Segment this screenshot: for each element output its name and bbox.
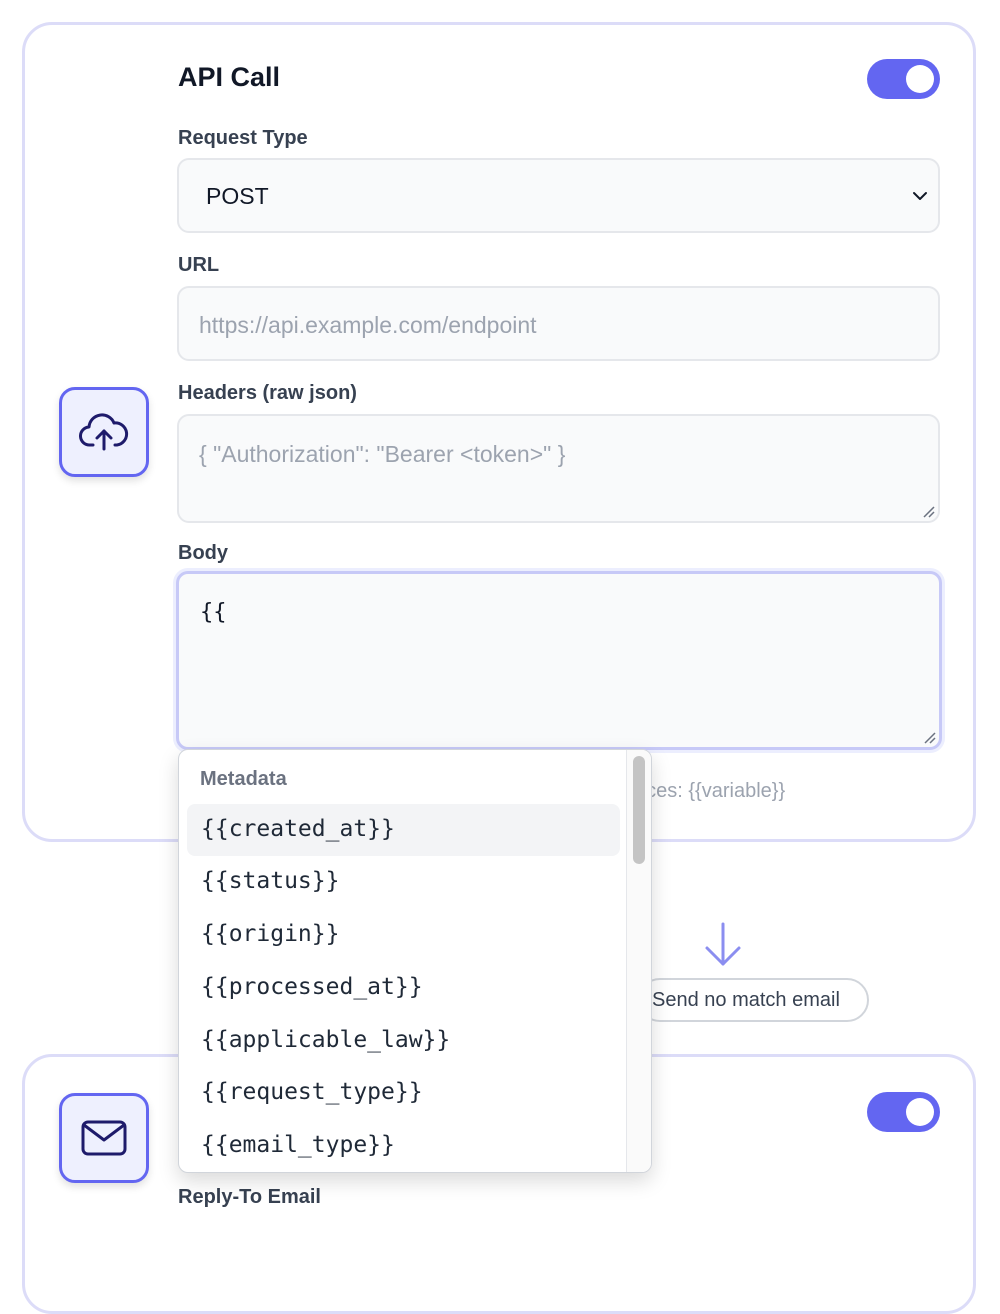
headers-label: Headers (raw json) xyxy=(178,382,357,404)
url-input[interactable]: https://api.example.com/endpoint xyxy=(177,286,940,361)
send-no-match-email-pill[interactable]: Send no match email xyxy=(638,978,869,1022)
dropdown-scrollbar[interactable] xyxy=(626,750,651,1172)
reply-to-email-label: Reply-To Email xyxy=(178,1186,321,1208)
url-label: URL xyxy=(178,254,220,276)
variable-autocomplete-dropdown[interactable]: Metadata {{created_at}} {{status}} {{ori… xyxy=(178,749,652,1173)
dropdown-option[interactable]: {{status}} xyxy=(187,856,620,908)
api-call-enable-toggle[interactable] xyxy=(867,59,940,99)
toggle-knob xyxy=(906,65,934,93)
dropdown-group-label: Metadata xyxy=(200,768,287,790)
url-placeholder: https://api.example.com/endpoint xyxy=(199,312,537,338)
dropdown-option[interactable]: {{request_type}} xyxy=(187,1067,620,1119)
arrow-down-icon xyxy=(705,922,741,966)
toggle-knob xyxy=(906,1098,934,1126)
body-value: {{ xyxy=(200,600,227,625)
resize-handle-icon[interactable] xyxy=(922,730,936,744)
dropdown-option[interactable]: {{created_at}} xyxy=(187,804,620,856)
headers-textarea[interactable]: { "Authorization": "Bearer <token>" } xyxy=(177,414,940,523)
dropdown-scrollbar-thumb[interactable] xyxy=(633,756,645,864)
body-textarea[interactable]: {{ xyxy=(176,571,942,750)
resize-handle-icon[interactable] xyxy=(921,504,935,518)
email-node-icon-box[interactable] xyxy=(59,1093,149,1183)
email-enable-toggle[interactable] xyxy=(867,1092,940,1132)
dropdown-option[interactable]: {{processed_at}} xyxy=(187,962,620,1014)
api-call-title: API Call xyxy=(178,62,281,92)
dropdown-option[interactable]: {{email_type}} xyxy=(187,1120,620,1172)
cloud-upload-icon xyxy=(79,413,129,451)
dropdown-option[interactable]: {{origin}} xyxy=(187,909,620,961)
request-type-value: POST xyxy=(206,183,269,209)
body-variable-hint: aces: {{variable}} xyxy=(635,780,786,802)
headers-placeholder: { "Authorization": "Bearer <token>" } xyxy=(199,441,566,467)
mail-icon xyxy=(81,1120,127,1156)
request-type-label: Request Type xyxy=(178,127,308,149)
api-call-node-icon-box[interactable] xyxy=(59,387,149,477)
dropdown-option[interactable]: {{applicable_law}} xyxy=(187,1015,620,1067)
chevron-down-icon xyxy=(913,192,927,200)
request-type-select[interactable]: POST xyxy=(177,158,940,233)
body-label: Body xyxy=(178,542,228,564)
